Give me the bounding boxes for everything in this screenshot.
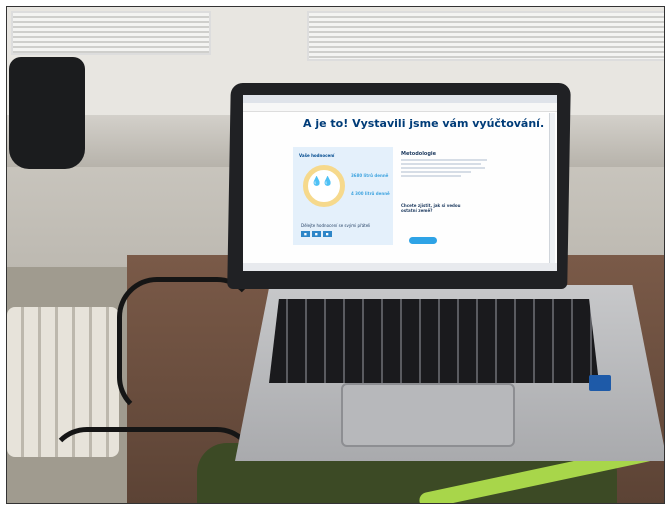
text-line	[401, 163, 481, 165]
stat-secondary: 4 300 litrů denně	[351, 191, 390, 196]
water-drops-icon: 💧💧	[311, 177, 334, 187]
page-scrollbar[interactable]	[549, 113, 555, 263]
cable	[117, 277, 257, 417]
share-button[interactable]: ■	[311, 231, 321, 237]
share-button[interactable]: ■	[301, 231, 310, 237]
methodology-title: Metodologie	[401, 151, 437, 157]
rating-card: Vaše hodnocení 💧💧 3680 litrů denně 4 300…	[293, 147, 393, 245]
share-text: Dělejte hodnocení se svými přáteli	[301, 223, 371, 228]
laptop-trackpad	[341, 383, 515, 447]
photo: A je to! Vystavili jsme vám vyúčtování. …	[6, 6, 665, 504]
black-bag	[9, 57, 85, 169]
rating-card-title: Vaše hodnocení	[299, 153, 335, 158]
methodology-card: Metodologie Chcete zjistit, jak si vedou…	[401, 151, 491, 241]
stat-primary: 3680 litrů denně	[351, 173, 389, 178]
window-blind-left	[11, 11, 211, 55]
text-line	[401, 175, 461, 177]
browser-address-bar	[243, 103, 557, 112]
window-blind-right	[307, 11, 664, 61]
windows-taskbar	[243, 263, 557, 271]
browser-tabs	[243, 95, 557, 103]
page-headline: A je to! Vystavili jsme vám vyúčtování.	[303, 117, 545, 130]
compare-button[interactable]	[409, 237, 437, 244]
text-line	[401, 159, 487, 161]
intel-sticker	[589, 375, 611, 391]
share-button[interactable]: ■	[322, 231, 332, 237]
laptop-screen: A je to! Vystavili jsme vám vyúčtování. …	[243, 95, 557, 271]
text-line	[401, 167, 485, 169]
share-row: Dělejte hodnocení se svými přáteli ■ ■ ■	[301, 223, 370, 237]
laptop-keyboard	[269, 299, 599, 383]
text-line	[401, 171, 471, 173]
compare-question: Chcete zjistit, jak si vedou ostatní zem…	[401, 203, 461, 213]
